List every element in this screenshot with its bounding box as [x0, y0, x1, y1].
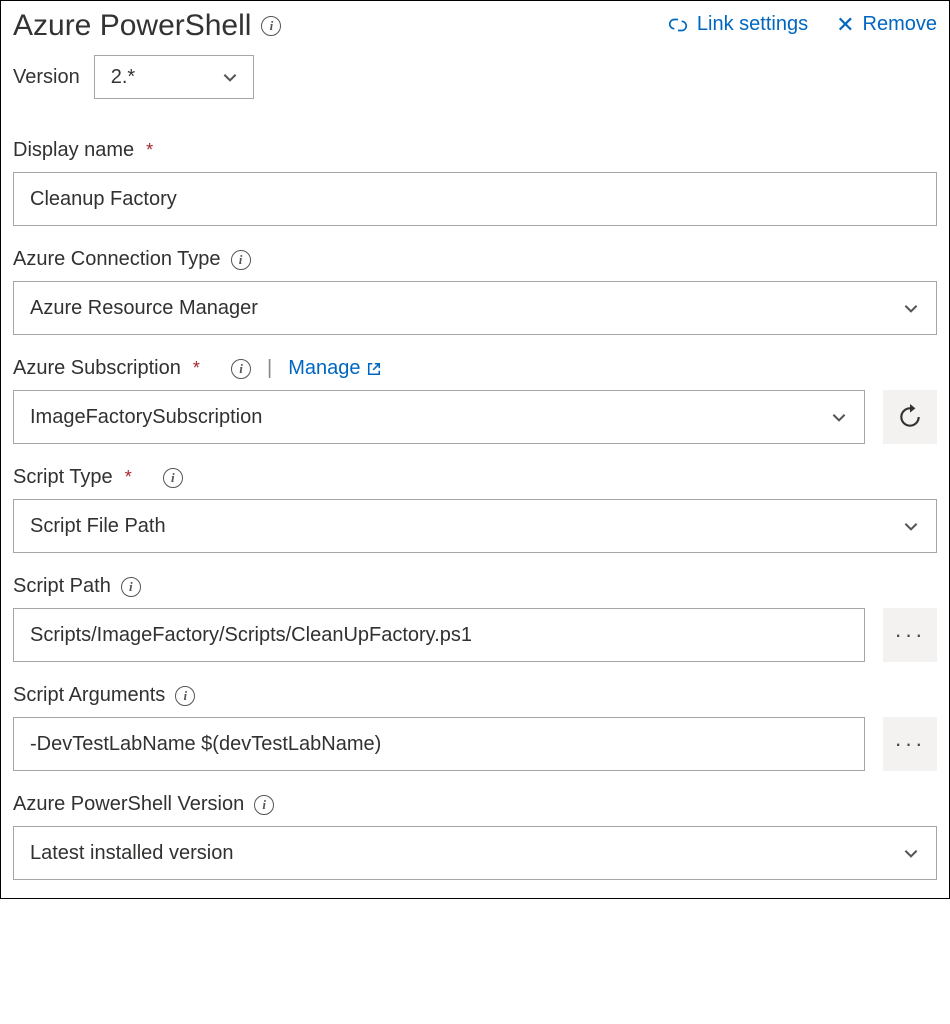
link-icon	[667, 16, 689, 34]
subscription-label: Azure Subscription	[13, 357, 181, 380]
info-icon[interactable]: i	[254, 795, 274, 815]
remove-button[interactable]: ✕ Remove	[836, 13, 937, 36]
chevron-down-icon	[902, 299, 920, 317]
separator: |	[267, 357, 272, 380]
remove-label: Remove	[863, 13, 937, 36]
external-link-icon	[367, 362, 381, 376]
required-mark: *	[125, 467, 132, 488]
version-label: Version	[13, 66, 80, 89]
browse-button[interactable]: ···	[883, 608, 937, 662]
script-type-select[interactable]: Script File Path	[13, 499, 937, 553]
info-icon[interactable]: i	[175, 686, 195, 706]
link-settings-label: Link settings	[697, 13, 808, 36]
display-name-label: Display name	[13, 139, 134, 162]
info-icon[interactable]: i	[121, 577, 141, 597]
browse-args-button[interactable]: ···	[883, 717, 937, 771]
info-icon[interactable]: i	[261, 16, 281, 36]
refresh-icon	[897, 404, 923, 430]
close-icon: ✕	[836, 14, 854, 36]
info-icon[interactable]: i	[231, 250, 251, 270]
subscription-select[interactable]: ImageFactorySubscription	[13, 390, 865, 444]
connection-type-value: Azure Resource Manager	[30, 297, 258, 320]
script-args-input[interactable]	[13, 717, 865, 771]
version-value: 2.*	[111, 66, 135, 89]
script-path-input[interactable]	[13, 608, 865, 662]
ps-version-label: Azure PowerShell Version	[13, 793, 244, 816]
script-args-label: Script Arguments	[13, 684, 165, 707]
chevron-down-icon	[902, 517, 920, 535]
connection-type-label: Azure Connection Type	[13, 248, 221, 271]
refresh-button[interactable]	[883, 390, 937, 444]
chevron-down-icon	[221, 68, 239, 86]
link-settings-button[interactable]: Link settings	[667, 13, 808, 36]
page-title: Azure PowerShell	[13, 9, 251, 43]
script-path-label: Script Path	[13, 575, 111, 598]
chevron-down-icon	[830, 408, 848, 426]
script-type-label: Script Type	[13, 466, 113, 489]
manage-link[interactable]: Manage	[288, 357, 380, 380]
chevron-down-icon	[902, 844, 920, 862]
display-name-input[interactable]	[13, 172, 937, 226]
subscription-value: ImageFactorySubscription	[30, 406, 262, 429]
manage-label: Manage	[288, 357, 360, 380]
required-mark: *	[146, 140, 153, 161]
info-icon[interactable]: i	[163, 468, 183, 488]
required-mark: *	[193, 358, 200, 379]
script-type-value: Script File Path	[30, 515, 166, 538]
version-select[interactable]: 2.*	[94, 55, 254, 99]
info-icon[interactable]: i	[231, 359, 251, 379]
ps-version-select[interactable]: Latest installed version	[13, 826, 937, 880]
ps-version-value: Latest installed version	[30, 842, 233, 865]
connection-type-select[interactable]: Azure Resource Manager	[13, 281, 937, 335]
